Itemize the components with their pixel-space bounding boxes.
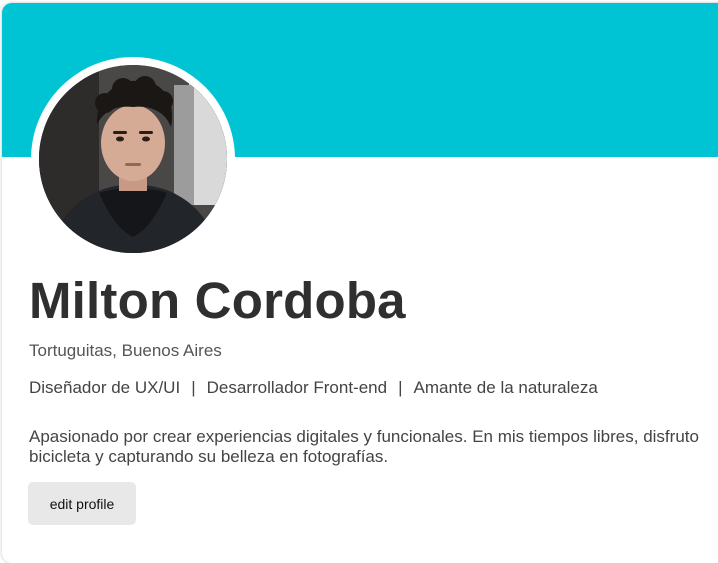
profile-bio: Apasionado por crear experiencias digita… xyxy=(29,427,718,467)
bio-line: Apasionado por crear experiencias digita… xyxy=(29,427,699,446)
avatar-photo-icon xyxy=(39,65,227,253)
profile-name: Milton Cordoba xyxy=(29,272,406,329)
edit-profile-button[interactable]: edit profile xyxy=(28,482,136,525)
profile-card: Milton Cordoba Tortuguitas, Buenos Aires… xyxy=(2,3,718,563)
bio-line: bicicleta y capturando su belleza en fot… xyxy=(29,447,389,466)
avatar xyxy=(39,65,227,253)
role-separator: | xyxy=(398,378,403,397)
role-designer: Diseñador de UX/UI xyxy=(29,378,181,397)
profile-roles: Diseñador de UX/UI | Desarrollador Front-e… xyxy=(29,378,598,398)
avatar-frame xyxy=(31,57,235,261)
role-separator: | xyxy=(191,378,196,397)
role-developer: Desarrollador Front-end xyxy=(206,378,388,397)
profile-location: Tortuguitas, Buenos Aires xyxy=(29,341,222,360)
role-nature: Amante de la naturaleza xyxy=(413,378,598,397)
